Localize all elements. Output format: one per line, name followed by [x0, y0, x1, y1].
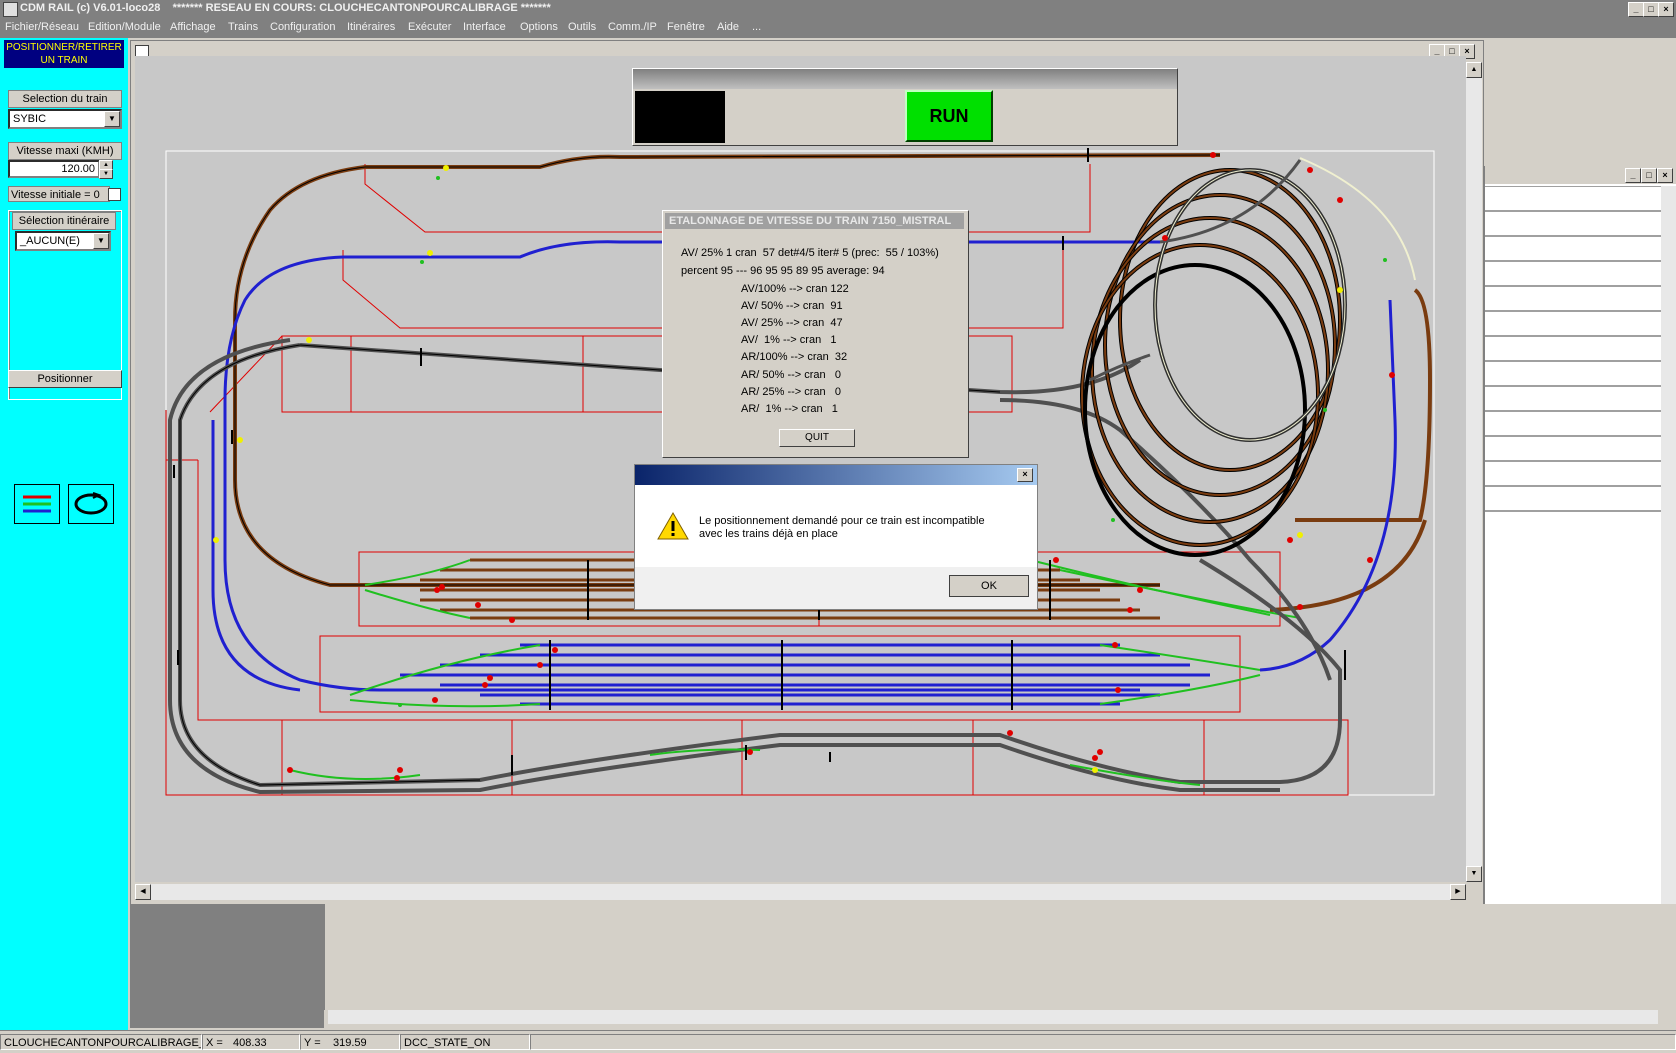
- vertical-scrollbar[interactable]: ▲ ▼: [1466, 62, 1482, 882]
- status-display: [635, 91, 725, 143]
- status-x-value: 408.33: [233, 1037, 267, 1049]
- control-panel-header: [633, 69, 1177, 89]
- status-x: X = 408.33: [202, 1034, 300, 1050]
- scroll-right-button[interactable]: ▶: [1450, 884, 1466, 900]
- scroll-down-button[interactable]: ▼: [1466, 866, 1482, 882]
- alert-body: Le positionnement demandé pour ce train …: [635, 485, 1037, 567]
- calibration-row: AV/100% --> cran 122: [741, 283, 849, 295]
- status-network: CLOUCHECANTONPOURCALIBRAGE_TOF: [0, 1034, 202, 1050]
- empty-area: [130, 904, 324, 1028]
- alert-dialog: × Le positionnement demandé pour ce trai…: [634, 464, 1038, 610]
- alert-caption: [635, 465, 1037, 485]
- status-x-label: X =: [206, 1037, 223, 1049]
- status-dcc: DCC_STATE_ON: [400, 1034, 530, 1050]
- scroll-up-button[interactable]: ▲: [1466, 62, 1482, 78]
- bottom-window: [324, 904, 1676, 1026]
- status-y-value: 319.59: [333, 1037, 367, 1049]
- calibration-row: AR/ 50% --> cran 0: [741, 369, 841, 381]
- horizontal-scrollbar[interactable]: ◀ ▶: [135, 884, 1466, 900]
- calibration-line1: AV/ 25% 1 cran 57 det#4/5 iter# 5 (prec:…: [681, 247, 939, 259]
- calibration-row: AV/ 1% --> cran 1: [741, 334, 837, 346]
- side-list-rows: [1485, 186, 1661, 512]
- status-y-label: Y =: [304, 1037, 321, 1049]
- calibration-dialog: ETALONNAGE DE VITESSE DU TRAIN 7150_MIST…: [662, 210, 969, 458]
- quit-button[interactable]: QUIT: [779, 429, 855, 447]
- calibration-line2: percent 95 --- 96 95 95 89 95 average: 9…: [681, 265, 885, 277]
- ok-button[interactable]: OK: [949, 575, 1029, 597]
- alert-close-button[interactable]: ×: [1017, 468, 1033, 482]
- side-close-button[interactable]: ×: [1657, 168, 1673, 183]
- side-list-window: _ □ ×: [1484, 166, 1676, 1026]
- bottom-content: [324, 904, 1661, 1010]
- calibration-row: AR/100% --> cran 32: [741, 351, 848, 363]
- control-panel: RUN: [632, 68, 1178, 146]
- status-bar: CLOUCHECANTONPOURCALIBRAGE_TOF X = 408.3…: [0, 1030, 1676, 1053]
- bottom-scrollbar[interactable]: [328, 1010, 1658, 1024]
- calibration-row: AR/ 1% --> cran 1: [741, 403, 838, 415]
- status-y: Y = 319.59: [300, 1034, 400, 1050]
- side-minimize-button[interactable]: _: [1625, 168, 1641, 183]
- side-maximize-button[interactable]: □: [1641, 168, 1657, 183]
- calibration-row: AR/ 25% --> cran 0: [741, 386, 841, 398]
- status-empty: [530, 1034, 1676, 1050]
- calibration-row: AV/ 25% --> cran 47: [741, 317, 843, 329]
- calibration-row: AV/ 50% --> cran 91: [741, 300, 843, 312]
- alert-message: Le positionnement demandé pour ce train …: [699, 515, 985, 540]
- calibration-title: ETALONNAGE DE VITESSE DU TRAIN 7150_MIST…: [665, 213, 964, 229]
- warning-icon: [657, 511, 689, 540]
- run-button[interactable]: RUN: [905, 90, 993, 142]
- side-scrollbar[interactable]: [1661, 186, 1676, 1026]
- scroll-left-button[interactable]: ◀: [135, 884, 151, 900]
